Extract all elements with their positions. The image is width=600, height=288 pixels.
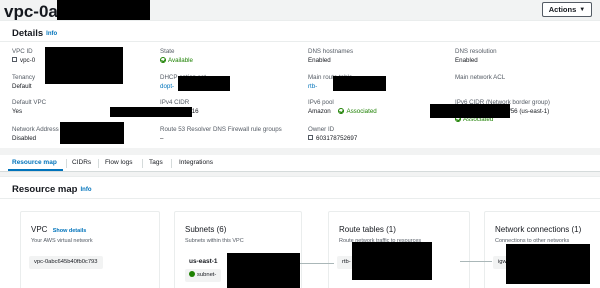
check-circle-icon [338, 107, 345, 114]
redaction-block [110, 107, 192, 117]
subnet-item[interactable]: subnet- [185, 269, 222, 282]
dns-hostnames-field: DNS hostnames Enabled [308, 48, 354, 64]
tenancy-field: Tenancy Default [12, 74, 36, 90]
subnets-card-title: Subnets (6) [185, 225, 227, 234]
redaction-block [352, 242, 432, 280]
subnet-icon [189, 271, 195, 277]
show-details-link[interactable]: Show details [53, 228, 87, 234]
connector-line [460, 261, 492, 262]
copy-icon[interactable] [308, 134, 313, 140]
vpc-card-subtitle: Your AWS virtual network [31, 238, 93, 244]
owner-id-field: Owner ID 603178752697 [308, 126, 358, 142]
info-link[interactable]: Info [80, 187, 91, 193]
details-divider [0, 41, 600, 42]
default-vpc-field: Default VPC Yes [12, 99, 47, 115]
redaction-block [60, 122, 124, 144]
vpc-item[interactable]: vpc-0abc645b40fb0c793 [29, 256, 103, 269]
route-tables-card-title: Route tables (1) [339, 225, 396, 234]
tab-tags[interactable]: Tags [149, 159, 163, 166]
info-link[interactable]: Info [46, 31, 57, 37]
detail-tabs: Resource map CIDRs Flow logs Tags Integr… [0, 155, 600, 172]
tab-integrations[interactable]: Integrations [179, 159, 213, 166]
actions-label: Actions [548, 5, 577, 14]
actions-button[interactable]: Actions ▼ [542, 2, 592, 17]
active-tab-indicator [8, 169, 63, 171]
dns-resolution-field: DNS resolution Enabled [455, 48, 497, 64]
tab-resource-map[interactable]: Resource map [12, 159, 57, 166]
tab-flow-logs[interactable]: Flow logs [105, 159, 132, 166]
network-connections-card-title: Network connections (1) [495, 225, 582, 234]
redaction-block [333, 76, 386, 91]
main-network-acl-field: Main network ACL [455, 74, 506, 81]
resource-map-title: Resource map Info [12, 184, 92, 195]
redaction-block [506, 244, 590, 284]
subnet-group-label: us-east-1 [189, 258, 218, 265]
resource-map-divider [0, 198, 600, 199]
page-title: vpc-0a [4, 2, 58, 21]
subnets-card-subtitle: Subnets within this VPC [185, 238, 244, 244]
redaction-block [430, 104, 510, 118]
copy-icon[interactable] [12, 56, 17, 62]
check-circle-icon [160, 56, 166, 63]
redaction-block [178, 76, 230, 91]
redaction-block [227, 253, 300, 288]
vpc-card: VPC Show details Your AWS virtual networ… [20, 211, 160, 288]
route53-field: Route 53 Resolver DNS Firewall rule grou… [160, 126, 282, 142]
redaction-block [45, 47, 123, 84]
ipv6-pool-field: IPv6 pool Amazon Associated [308, 99, 377, 115]
vpc-card-title: VPC Show details [31, 225, 87, 234]
caret-down-icon: ▼ [579, 6, 586, 13]
tab-cidrs[interactable]: CIDRs [72, 159, 91, 166]
connector-line [300, 263, 334, 264]
details-title: Details Info [12, 28, 58, 39]
vpc-id-field: VPC ID vpc-0 [12, 48, 36, 64]
state-field: State Available [160, 48, 193, 64]
